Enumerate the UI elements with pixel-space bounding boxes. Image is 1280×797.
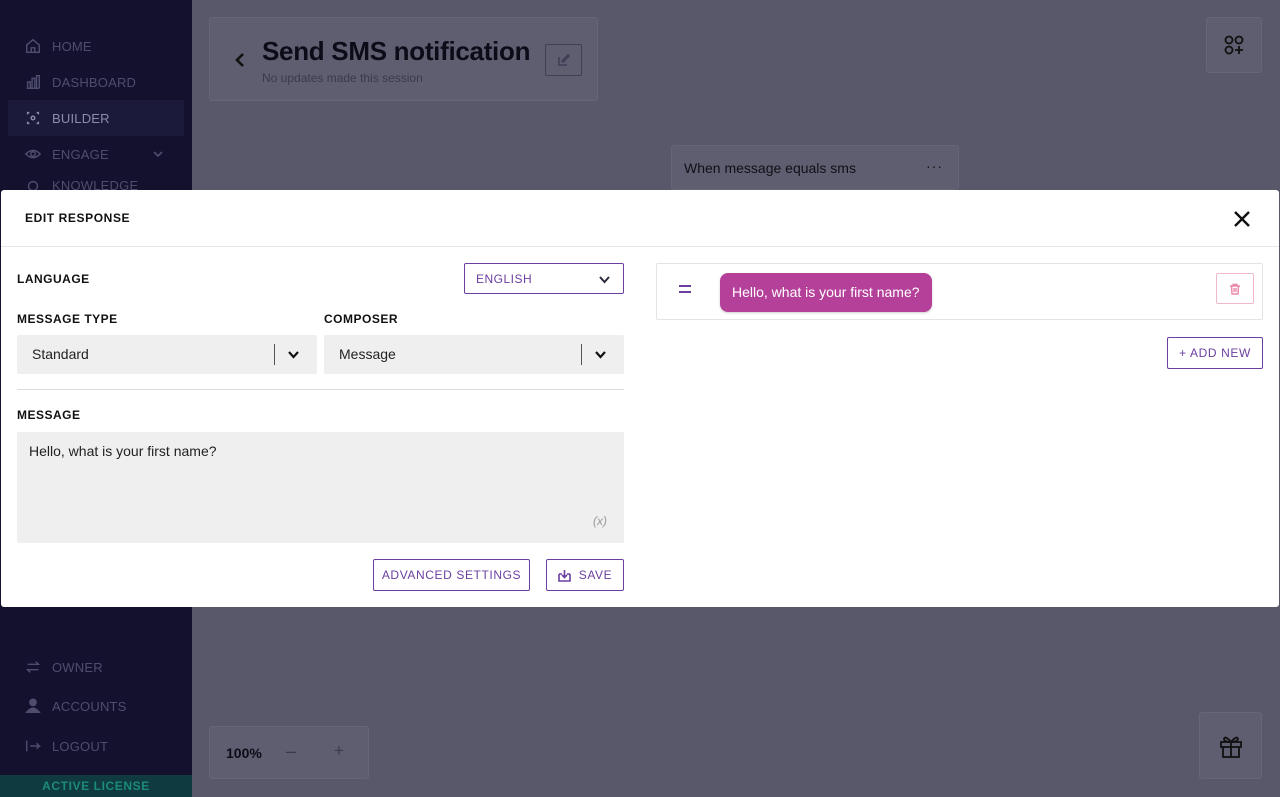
- edit-title-button[interactable]: [545, 44, 582, 76]
- chevron-down-icon: [595, 351, 606, 359]
- sidebar-item-logout[interactable]: LOGOUT: [24, 734, 108, 758]
- page-title: Send SMS notification: [262, 36, 531, 66]
- logout-icon: [25, 740, 42, 752]
- close-icon: [1234, 211, 1250, 227]
- eye-icon: [24, 149, 42, 159]
- zoom-in-button[interactable]: +: [334, 741, 344, 761]
- message-type-label: MESSAGE TYPE: [17, 312, 118, 326]
- sidebar-item-label: ACCOUNTS: [52, 698, 127, 714]
- chevron-down-icon: [288, 351, 299, 359]
- message-type-value: Standard: [32, 346, 89, 362]
- page-subtitle: No updates made this session: [262, 71, 423, 85]
- flow-node[interactable]: When message equals sms ···: [671, 145, 959, 190]
- close-button[interactable]: [1232, 209, 1252, 229]
- shapes-plus-icon: [1224, 35, 1244, 55]
- builder-icon: [26, 111, 40, 125]
- sidebar-item-engage[interactable]: ENGAGE: [24, 142, 163, 166]
- edit-icon: [557, 54, 570, 66]
- sidebar-item-label: LOGOUT: [52, 738, 109, 754]
- trash-icon: [1230, 283, 1240, 295]
- chevron-down-icon: [153, 151, 163, 158]
- bulb-icon: [27, 180, 39, 190]
- divider: [17, 389, 624, 390]
- sidebar-item-label: HOME: [52, 38, 92, 54]
- message-type-select[interactable]: Standard: [17, 335, 317, 374]
- gift-icon: [1219, 736, 1242, 758]
- composer-value: Message: [339, 346, 396, 362]
- composer-label: COMPOSER: [324, 312, 399, 326]
- flow-header: Send SMS notification No updates made th…: [209, 17, 598, 101]
- drag-handle-icon[interactable]: [679, 284, 691, 294]
- flow-node-label: When message equals sms: [684, 160, 856, 176]
- delete-button[interactable]: [1216, 273, 1254, 304]
- zoom-out-button[interactable]: –: [286, 741, 296, 762]
- chevron-down-icon: [599, 276, 610, 284]
- sidebar-item-home[interactable]: HOME: [24, 34, 92, 58]
- save-icon: [557, 569, 571, 582]
- message-textarea[interactable]: Hello, what is your first name? (x): [17, 432, 624, 543]
- save-button[interactable]: SAVE: [546, 559, 624, 591]
- license-badge: ACTIVE LICENSE: [0, 775, 192, 797]
- composer-select[interactable]: Message: [324, 335, 624, 374]
- modal-title: EDIT RESPONSE: [25, 211, 131, 225]
- edit-response-modal: EDIT RESPONSE LANGUAGE ENGLISH MESSAGE T…: [1, 190, 1279, 607]
- language-select[interactable]: ENGLISH: [464, 263, 624, 294]
- message-text: Hello, what is your first name?: [29, 443, 217, 459]
- advanced-settings-label: ADVANCED SETTINGS: [381, 568, 522, 582]
- message-bubble[interactable]: Hello, what is your first name?: [720, 273, 932, 312]
- add-component-button[interactable]: [1206, 17, 1262, 73]
- home-icon: [25, 38, 41, 54]
- select-separator: [274, 344, 275, 365]
- response-preview-row: Hello, what is your first name?: [656, 263, 1263, 320]
- sidebar-item-owner[interactable]: OWNER: [24, 655, 103, 679]
- select-separator: [581, 344, 582, 365]
- variable-icon[interactable]: (x): [593, 514, 607, 528]
- chart-icon: [26, 74, 41, 90]
- sidebar-item-label: ENGAGE: [52, 146, 109, 162]
- sidebar-item-knowledge[interactable]: KNOWLEDGE: [24, 178, 138, 190]
- sidebar-item-accounts[interactable]: ACCOUNTS: [24, 694, 127, 718]
- back-icon[interactable]: [234, 52, 246, 68]
- sidebar-item-label: OWNER: [52, 659, 103, 675]
- advanced-settings-button[interactable]: ADVANCED SETTINGS: [373, 559, 530, 591]
- sidebar-item-label: DASHBOARD: [52, 74, 137, 90]
- gift-button[interactable]: [1199, 712, 1262, 779]
- user-icon: [25, 698, 41, 714]
- message-label: MESSAGE: [17, 408, 81, 422]
- modal-header: EDIT RESPONSE: [1, 190, 1279, 247]
- save-label: SAVE: [578, 568, 613, 582]
- zoom-control: 100% – +: [209, 726, 369, 779]
- sidebar-item-dashboard[interactable]: DASHBOARD: [24, 70, 136, 94]
- sidebar-item-label: KNOWLEDGE: [52, 178, 139, 190]
- sidebar-item-builder[interactable]: BUILDER: [8, 100, 184, 136]
- zoom-level: 100%: [226, 745, 262, 761]
- language-label: LANGUAGE: [17, 272, 90, 286]
- sidebar-item-label: BUILDER: [52, 110, 110, 126]
- add-new-label: + ADD NEW: [1179, 346, 1251, 360]
- swap-icon: [25, 661, 41, 673]
- add-new-button[interactable]: + ADD NEW: [1167, 337, 1263, 369]
- more-icon[interactable]: ···: [926, 158, 943, 174]
- language-value: ENGLISH: [476, 271, 533, 286]
